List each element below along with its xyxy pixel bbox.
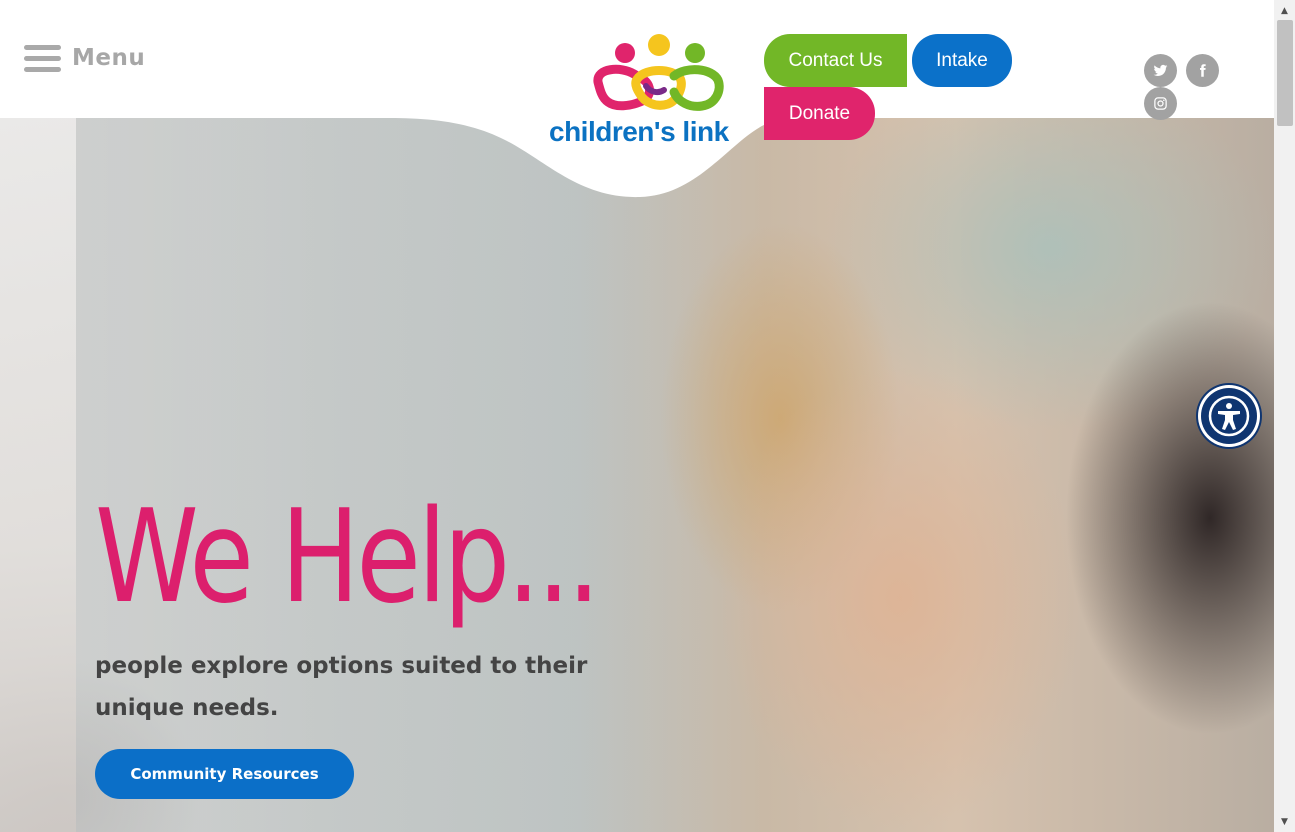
logo-text: children's link: [549, 116, 729, 147]
scroll-down-arrow-icon[interactable]: ▼: [1274, 813, 1295, 830]
facebook-icon[interactable]: [1186, 54, 1219, 87]
scroll-up-arrow-icon[interactable]: ▲: [1274, 2, 1295, 19]
accessibility-button[interactable]: [1201, 388, 1257, 444]
hero-image-edge: [0, 118, 76, 832]
hero-subtitle: people explore options suited to their u…: [95, 653, 588, 721]
hero-title: We Help...: [95, 483, 600, 632]
intake-button[interactable]: Intake: [912, 34, 1012, 87]
accessibility-icon: [1208, 395, 1250, 437]
twitter-icon[interactable]: [1144, 54, 1177, 87]
menu-label: Menu: [72, 45, 146, 71]
childrens-link-logo[interactable]: children's link: [546, 30, 760, 152]
logo-figures-icon: [593, 34, 724, 111]
scrollbar-thumb[interactable]: [1277, 20, 1293, 126]
instagram-icon[interactable]: [1144, 87, 1177, 120]
donate-button[interactable]: Donate: [764, 87, 875, 140]
hamburger-icon: [24, 44, 61, 72]
contact-us-button[interactable]: Contact Us: [764, 34, 907, 87]
community-resources-button[interactable]: Community Resources: [95, 749, 354, 799]
vertical-scrollbar[interactable]: ▲ ▼: [1274, 0, 1295, 832]
menu-button[interactable]: Menu: [24, 42, 145, 74]
